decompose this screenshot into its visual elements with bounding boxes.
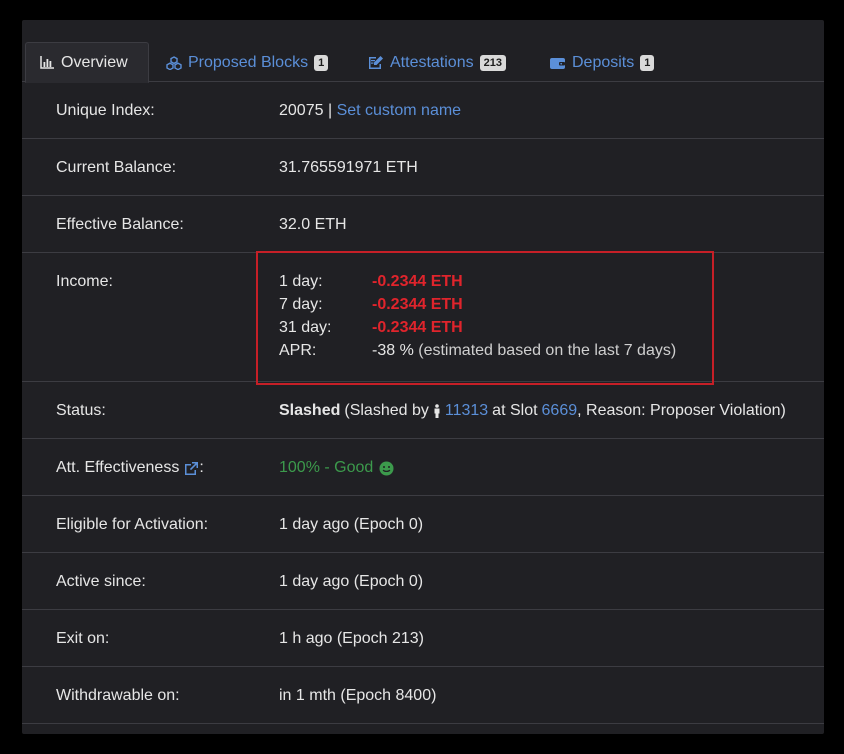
set-custom-name-link[interactable]: Set custom name	[337, 102, 462, 119]
row-status: Status: Slashed (Slashed by 11313 at Slo…	[22, 382, 824, 439]
row-eligible-activation: Eligible for Activation: 1 day ago (Epoc…	[22, 496, 824, 553]
row-unique-index: Unique Index: 20075 | Set custom name	[22, 82, 824, 139]
income-label: Income:	[56, 273, 113, 290]
unique-index-label: Unique Index:	[56, 102, 155, 119]
income-amount-7d: -0.2344 ETH	[372, 296, 463, 313]
status-state: Slashed	[279, 402, 341, 419]
row-exit-on: Exit on: 1 h ago (Epoch 213)	[22, 610, 824, 667]
withdrawable-label: Withdrawable on:	[56, 687, 180, 704]
apr-label: APR:	[279, 342, 317, 359]
status-reason: , Reason: Proposer Violation)	[577, 402, 786, 419]
status-prefix: (Slashed by	[344, 402, 429, 419]
income-period-1d: 1 day:	[279, 273, 323, 290]
separator: |	[327, 102, 333, 119]
unique-index-value-group: 20075 | Set custom name	[279, 102, 461, 120]
proposed-blocks-count-badge: 1	[314, 54, 329, 71]
effective-balance-value: 32.0 ETH	[279, 216, 347, 233]
tab-overview-label: Overview	[61, 53, 128, 71]
att-effectiveness-label: Att. Effectiveness	[56, 459, 180, 476]
attestations-count-badge: 213	[479, 54, 506, 71]
apr-value: -38 %	[372, 342, 414, 359]
att-effectiveness-value-group: 100% - Good	[279, 459, 394, 477]
row-withdrawable: Withdrawable on: in 1 mth (Epoch 8400)	[22, 667, 824, 724]
row-active-since: Active since: 1 day ago (Epoch 0)	[22, 553, 824, 610]
wallet-icon	[549, 56, 566, 70]
at-slot-text: at Slot	[492, 402, 538, 419]
details-table: Unique Index: 20075 | Set custom name Cu…	[22, 82, 824, 724]
edit-icon	[367, 55, 384, 70]
status-value-group: Slashed (Slashed by 11313 at Slot 6669, …	[279, 402, 786, 420]
att-effectiveness-colon: :	[199, 459, 204, 476]
withdrawable-value: in 1 mth (Epoch 8400)	[279, 687, 437, 704]
bar-chart-icon	[40, 56, 55, 69]
apr-note: (estimated based on the last 7 days)	[418, 342, 677, 359]
validator-panel: Overview Proposed Blocks 1 Attestations …	[22, 20, 824, 734]
income-period-31d: 31 day:	[279, 319, 332, 336]
att-effectiveness-value: 100% - Good	[279, 459, 374, 476]
smile-icon	[379, 461, 394, 476]
external-link-icon[interactable]	[183, 461, 199, 476]
eligible-label: Eligible for Activation:	[56, 516, 209, 533]
tab-proposed-blocks-label: Proposed Blocks	[188, 53, 309, 71]
exit-on-label: Exit on:	[56, 630, 110, 647]
active-since-label: Active since:	[56, 573, 146, 590]
income-period-7d: 7 day:	[279, 296, 323, 313]
tab-proposed-blocks[interactable]: Proposed Blocks 1	[166, 42, 329, 83]
income-amount-1d: -0.2344 ETH	[372, 273, 463, 290]
apr-value-group: -38 % (estimated based on the last 7 day…	[372, 342, 676, 360]
eligible-value: 1 day ago (Epoch 0)	[279, 516, 424, 533]
att-effectiveness-label-group: Att. Effectiveness :	[56, 459, 204, 477]
cubes-icon	[166, 55, 182, 70]
row-current-balance: Current Balance: 31.765591971 ETH	[22, 139, 824, 196]
income-amount-31d: -0.2344 ETH	[372, 319, 463, 336]
tab-deposits[interactable]: Deposits 1	[549, 42, 655, 83]
income-breakdown: 1 day: -0.2344 ETH 7 day: -0.2344 ETH 31…	[279, 273, 676, 360]
current-balance-value: 31.765591971 ETH	[279, 159, 418, 176]
row-effective-balance: Effective Balance: 32.0 ETH	[22, 196, 824, 253]
slot-link[interactable]: 6669	[542, 402, 578, 420]
unique-index-value: 20075	[279, 102, 324, 119]
tab-bar: Overview Proposed Blocks 1 Attestations …	[22, 20, 824, 83]
slasher-link[interactable]: 11313	[445, 402, 488, 420]
exit-on-value: 1 h ago (Epoch 213)	[279, 630, 424, 647]
tab-overview[interactable]: Overview	[25, 42, 149, 83]
tab-deposits-label: Deposits	[572, 53, 635, 71]
tab-attestations[interactable]: Attestations 213	[367, 42, 506, 83]
tab-attestations-label: Attestations	[390, 53, 474, 71]
active-since-value: 1 day ago (Epoch 0)	[279, 573, 424, 590]
row-income: Income: 1 day: -0.2344 ETH 7 day: -0.234…	[22, 253, 824, 382]
deposits-count-badge: 1	[640, 54, 655, 71]
user-icon	[433, 404, 441, 418]
current-balance-label: Current Balance:	[56, 159, 177, 176]
effective-balance-label: Effective Balance:	[56, 216, 184, 233]
status-label: Status:	[56, 402, 106, 419]
row-att-effectiveness: Att. Effectiveness : 100% - Good	[22, 439, 824, 496]
